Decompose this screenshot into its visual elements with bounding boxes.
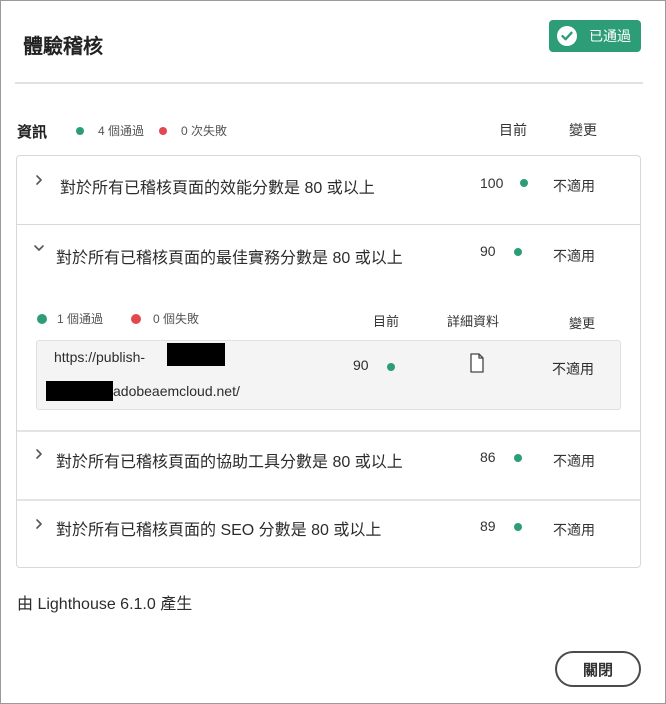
page-score: 90 <box>353 357 369 373</box>
pass-count: 4 個通過 <box>98 124 145 138</box>
detail-fail-count: 0 個失敗 <box>153 312 200 326</box>
chevron-right-icon[interactable] <box>33 448 45 460</box>
audit-row-title: 對於所有已稽核頁面的協助工具分數是 80 或以上 <box>56 454 403 471</box>
redaction-block <box>167 343 225 366</box>
audit-row-change: 不適用 <box>553 178 595 194</box>
redaction-block <box>46 381 113 401</box>
detail-column-details: 詳細資料 <box>447 314 500 329</box>
pass-summary: 4 個通過 <box>76 122 144 139</box>
detail-column-change: 變更 <box>569 316 596 331</box>
pass-dot-icon <box>520 179 528 187</box>
page-url-line1[interactable]: https://publish- <box>54 349 145 365</box>
audit-row-title: 對於所有已稽核頁面的 SEO 分數是 80 或以上 <box>56 522 382 539</box>
page-url-line2[interactable]: adobeaemcloud.net/ <box>113 383 240 399</box>
audit-row-score: 86 <box>480 449 496 465</box>
chevron-right-icon[interactable] <box>33 518 45 530</box>
generator-note: 由 Lighthouse 6.1.0 產生 <box>17 596 193 613</box>
audit-row-title: 對於所有已稽核頁面的最佳實務分數是 80 或以上 <box>56 250 403 267</box>
fail-dot-icon <box>131 313 141 324</box>
close-button[interactable]: 關閉 <box>555 651 641 687</box>
status-badge: 已通過 <box>549 20 641 52</box>
fail-dot-icon <box>159 126 167 135</box>
pass-dot-icon <box>37 313 47 324</box>
row-divider <box>17 430 640 432</box>
audit-row-change: 不適用 <box>553 248 595 264</box>
audit-row-change: 不適用 <box>553 453 595 469</box>
detail-pass-summary: 1 個通過 <box>37 310 103 327</box>
page-change: 不適用 <box>552 361 594 377</box>
status-badge-label: 已通過 <box>589 28 631 44</box>
audit-row-score: 100 <box>480 175 504 191</box>
audit-row-score: 89 <box>480 518 496 534</box>
detail-column-current: 目前 <box>373 314 400 329</box>
pass-dot-icon <box>514 523 522 531</box>
chevron-right-icon[interactable] <box>33 174 45 186</box>
row-divider <box>17 224 640 225</box>
dialog-title: 體驗稽核 <box>23 36 103 58</box>
audit-dialog: 體驗稽核 已通過 資訊 4 個通過 0 次失敗 目前 變更 對於所有已稽核頁面的… <box>0 0 666 704</box>
chevron-down-icon[interactable] <box>33 242 45 254</box>
pass-dot-icon <box>387 363 395 371</box>
audit-row-title: 對於所有已稽核頁面的效能分數是 80 或以上 <box>60 180 375 197</box>
header-divider <box>15 82 643 84</box>
checkmark-icon <box>557 26 577 46</box>
column-current: 目前 <box>499 122 527 138</box>
document-icon[interactable] <box>469 353 485 373</box>
detail-fail-summary: 0 個失敗 <box>131 310 199 327</box>
detail-pass-count: 1 個通過 <box>57 312 104 326</box>
pass-dot-icon <box>76 126 84 135</box>
pass-dot-icon <box>514 454 522 462</box>
page-result-row: https://publish- adobeaemcloud.net/ 90 不… <box>36 340 621 410</box>
section-label: 資訊 <box>17 124 48 141</box>
pass-dot-icon <box>514 248 522 256</box>
fail-count: 0 次失敗 <box>181 124 228 138</box>
column-change: 變更 <box>569 122 597 138</box>
audit-row-score: 90 <box>480 243 496 259</box>
audit-row-change: 不適用 <box>553 522 595 538</box>
fail-summary: 0 次失敗 <box>159 122 227 139</box>
row-divider <box>17 499 640 501</box>
